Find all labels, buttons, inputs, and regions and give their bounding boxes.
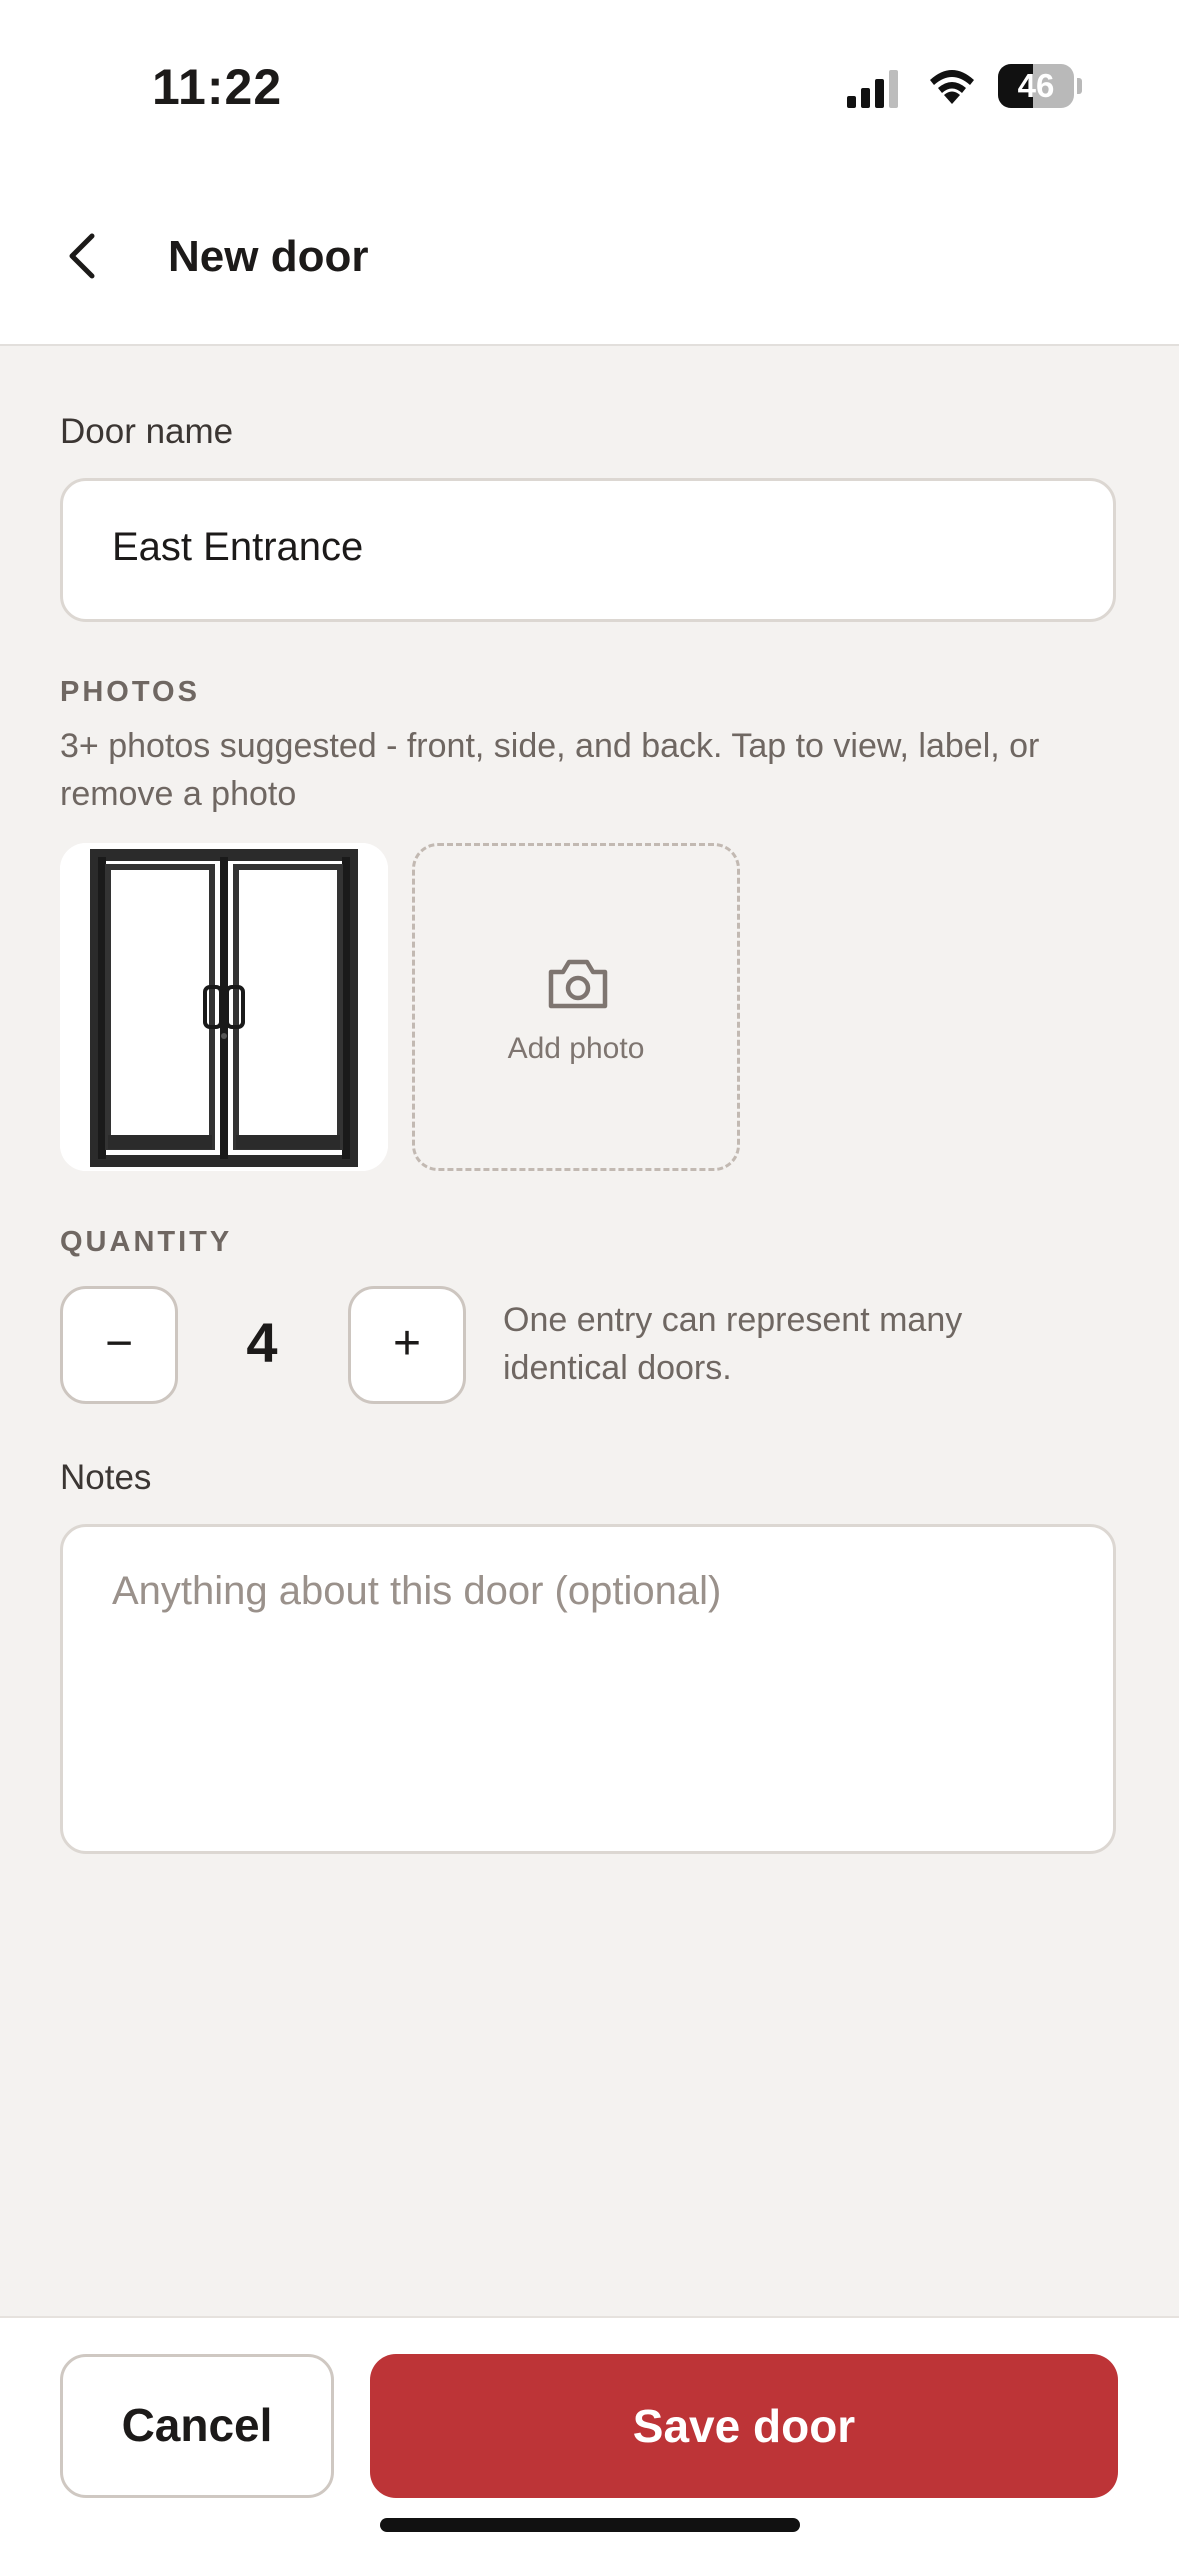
bottom-action-bar: Cancel Save door: [0, 2316, 1179, 2558]
quantity-help-text: One entry can represent many identical d…: [503, 1301, 963, 1387]
battery-icon: 46: [998, 64, 1082, 108]
photos-help-text: 3+ photos suggested - front, side, and b…: [60, 727, 1040, 813]
door-name-input[interactable]: East Entrance: [60, 478, 1116, 622]
home-indicator: [380, 2518, 800, 2532]
camera-icon: [548, 959, 608, 1009]
add-photo-label: Add photo: [507, 1032, 645, 1065]
door-photo-thumbnail[interactable]: [60, 843, 388, 1171]
cellular-signal-icon: [847, 70, 898, 108]
quantity-value: 4: [246, 1311, 278, 1374]
wifi-icon: [930, 70, 974, 104]
status-bar: 11:22 46: [0, 0, 1179, 170]
quantity-increment-button[interactable]: +: [348, 1286, 466, 1404]
door-name-label: Door name: [60, 412, 234, 451]
notes-label: Notes: [60, 1458, 152, 1497]
notes-placeholder: Anything about this door (optional): [112, 1569, 722, 1613]
photos-section-label: PHOTOS: [60, 676, 200, 708]
nav-bar: New door: [0, 170, 1179, 346]
door-photo-image: [60, 843, 388, 1171]
battery-level: 46: [1017, 67, 1055, 104]
quantity-decrement-button[interactable]: −: [60, 1286, 178, 1404]
page-title: New door: [168, 232, 369, 281]
save-door-button[interactable]: Save door: [370, 2354, 1118, 2498]
quantity-section-label: QUANTITY: [60, 1226, 233, 1258]
notes-textarea[interactable]: Anything about this door (optional): [60, 1524, 1116, 1854]
cancel-button[interactable]: Cancel: [60, 2354, 334, 2498]
back-chevron-icon[interactable]: [56, 228, 112, 284]
status-time: 11:22: [152, 59, 283, 115]
add-photo-button[interactable]: Add photo: [412, 843, 740, 1171]
door-name-value: East Entrance: [112, 525, 364, 569]
